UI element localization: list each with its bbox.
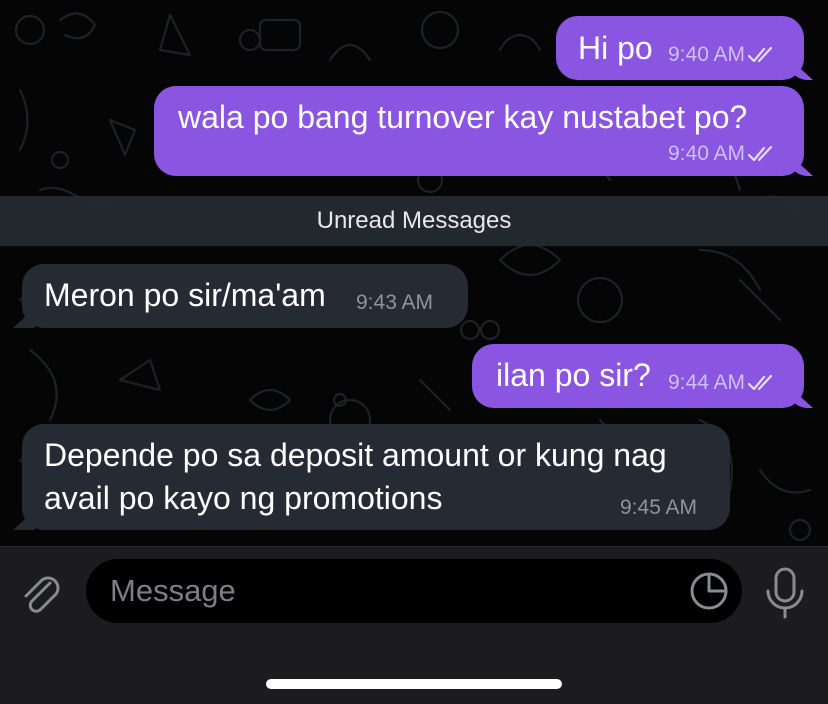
message-time: 9:40 AM xyxy=(668,142,746,165)
attach-button[interactable] xyxy=(14,567,68,621)
home-indicator xyxy=(266,679,562,689)
message-bubble-incoming[interactable]: Meron po sir/ma'am 9:43 AM xyxy=(22,264,468,328)
message-time: 9:40 AM xyxy=(668,43,746,66)
sticker-button[interactable] xyxy=(688,570,730,612)
message-text-line-1: Depende po sa deposit amount or kung nag xyxy=(44,437,667,473)
message-bubble-outgoing[interactable]: ilan po sir? 9:44 AM xyxy=(472,344,804,408)
message-text-line-2: avail po kayo ng promotions xyxy=(44,480,443,516)
message-text: Hi po xyxy=(578,30,653,66)
double-check-icon xyxy=(747,46,773,63)
message-text: ilan po sir? xyxy=(496,357,651,393)
unread-label: Unread Messages xyxy=(316,207,512,234)
microphone-icon xyxy=(766,567,804,619)
message-meta: 9:43 AM xyxy=(356,291,433,315)
message-field[interactable] xyxy=(86,559,742,623)
message-meta: 9:44 AM xyxy=(668,371,777,395)
double-check-icon xyxy=(747,374,773,391)
voice-record-button[interactable] xyxy=(760,565,810,623)
message-time: 9:45 AM xyxy=(620,496,698,519)
chat-screen: Hi po 9:40 AM wala po bang turnover kay … xyxy=(0,0,828,704)
message-bubble-outgoing[interactable]: Hi po 9:40 AM xyxy=(556,16,804,80)
message-list[interactable]: Hi po 9:40 AM wala po bang turnover kay … xyxy=(0,0,828,546)
message-meta: 9:45 AM xyxy=(620,496,697,520)
unread-messages-divider: Unread Messages xyxy=(0,196,828,246)
message-time: 9:44 AM xyxy=(668,371,746,394)
paperclip-icon xyxy=(24,576,60,613)
sticker-icon xyxy=(690,572,728,610)
double-check-icon xyxy=(747,145,773,162)
message-input[interactable] xyxy=(110,559,670,623)
message-bubble-outgoing[interactable]: wala po bang turnover kay nustabet po? 9… xyxy=(154,86,804,176)
message-text: Meron po sir/ma'am xyxy=(44,277,326,313)
message-composer xyxy=(0,546,828,704)
message-time: 9:43 AM xyxy=(356,291,434,314)
message-bubble-incoming[interactable]: Depende po sa deposit amount or kung nag… xyxy=(22,424,730,530)
message-text: wala po bang turnover kay nustabet po? xyxy=(178,99,748,135)
message-meta: 9:40 AM xyxy=(668,142,777,166)
message-meta: 9:40 AM xyxy=(668,43,777,67)
